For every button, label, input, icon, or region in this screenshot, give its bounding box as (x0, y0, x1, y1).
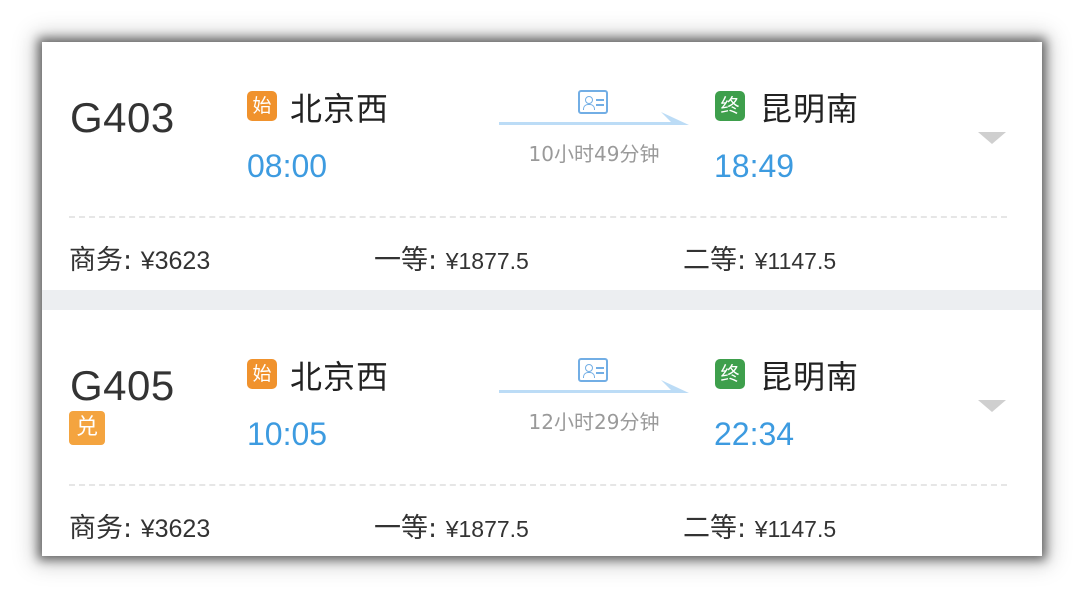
train-number: G405 (70, 362, 175, 409)
end-station-badge: 终 (715, 91, 745, 121)
price-label: 商务: (69, 513, 133, 544)
price-value: ¥1147.5 (754, 248, 837, 274)
price-value: ¥1147.5 (754, 516, 837, 542)
price-first-class: 一等: ¥1877.5 (374, 238, 529, 277)
train-card[interactable]: G403 始 北京西 08:00 10小时49分钟 终 昆明南 18:49 商务… (42, 42, 1042, 290)
travel-duration: 10小时49分钟 (528, 142, 660, 166)
departure-time: 10:05 (247, 416, 328, 452)
price-label: 商务: (69, 245, 133, 276)
start-station-badge: 始 (247, 359, 277, 389)
arrival-time: 18:49 (714, 148, 795, 184)
start-station-badge: 始 (247, 91, 277, 121)
price-label: 二等: (683, 245, 747, 276)
departure-station: 北京西 (290, 358, 390, 396)
price-label: 一等: (374, 245, 438, 276)
travel-duration: 12小时29分钟 (528, 410, 660, 434)
price-first-class: 一等: ¥1877.5 (374, 506, 529, 545)
right-arrow-icon (499, 112, 689, 125)
price-value: ¥3623 (140, 247, 211, 275)
price-business: 商务: ¥3623 (69, 238, 210, 277)
price-business: 商务: ¥3623 (69, 506, 210, 545)
price-value: ¥3623 (140, 515, 211, 543)
end-station-badge: 终 (715, 359, 745, 389)
chevron-down-icon[interactable] (978, 400, 1006, 412)
train-number: G403 (70, 94, 175, 141)
price-label: 一等: (374, 513, 438, 544)
train-card[interactable]: G405 兑 始 北京西 10:05 12小时29分钟 终 昆明南 22:34 … (42, 310, 1042, 556)
price-label: 二等: (683, 513, 747, 544)
train-list: G403 始 北京西 08:00 10小时49分钟 终 昆明南 18:49 商务… (42, 42, 1042, 556)
price-value: ¥1877.5 (445, 248, 529, 274)
departure-time: 08:00 (247, 148, 328, 184)
arrival-time: 22:34 (714, 416, 795, 452)
price-second-class: 二等: ¥1147.5 (683, 238, 836, 277)
right-arrow-icon (499, 380, 689, 393)
arrival-station: 昆明南 (760, 90, 860, 128)
divider (69, 484, 1007, 486)
price-second-class: 二等: ¥1147.5 (683, 506, 836, 545)
exchange-badge: 兑 (69, 411, 105, 445)
departure-station: 北京西 (290, 90, 390, 128)
arrival-station: 昆明南 (760, 358, 860, 396)
price-value: ¥1877.5 (445, 516, 529, 542)
chevron-down-icon[interactable] (978, 132, 1006, 144)
divider (69, 216, 1007, 218)
